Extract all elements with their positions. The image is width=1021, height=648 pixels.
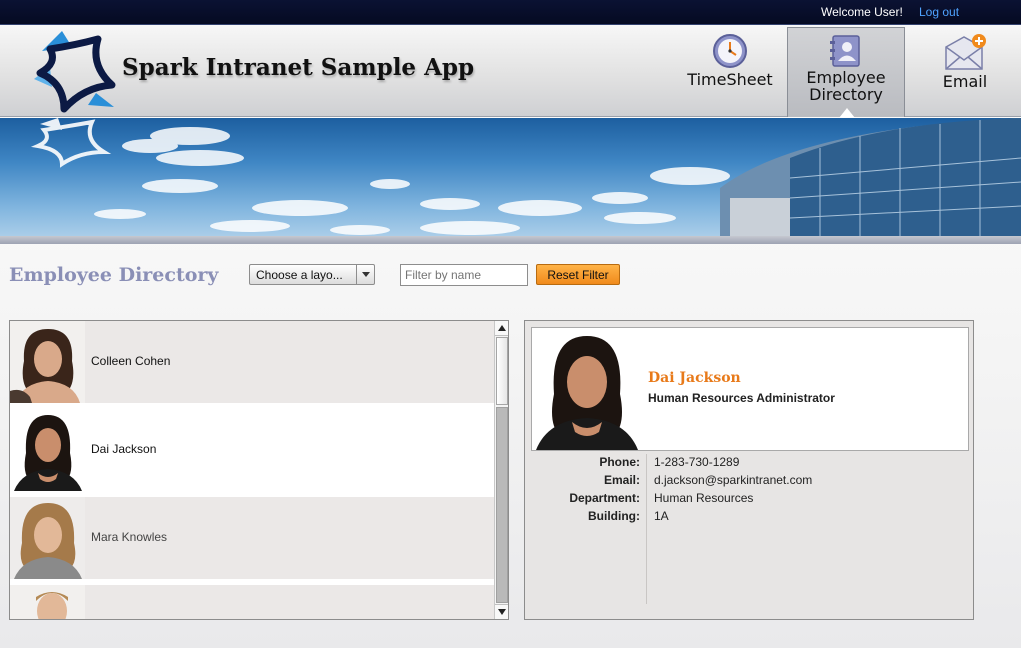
scroll-down-arrow-icon[interactable] [495,604,508,619]
list-item-selected[interactable]: Dai Jackson [10,409,494,491]
employee-detail-panel: Dai Jackson Human Resources Administrato… [524,320,974,620]
email-row: Email: d.jackson@sparkintranet.com [525,473,975,491]
banner-divider [0,236,1021,244]
department-value: Human Resources [654,491,754,505]
building-value: 1A [654,509,669,523]
top-bar: Welcome User! Log out [0,0,1021,25]
employee-photo [10,409,85,491]
employee-list[interactable]: Colleen Cohen Dai Jackson Mara Knowles [9,320,509,620]
department-label: Department: [569,491,640,505]
list-item[interactable] [10,585,494,619]
nav-timesheet-label: TimeSheet [687,70,773,89]
employee-name: Dai Jackson [91,442,157,456]
nav-directory-label-line1: Employee [806,68,886,87]
building-row: Building: 1A [525,509,975,527]
name-filter-input[interactable] [400,264,528,286]
department-row: Department: Human Resources [525,491,975,509]
nav-employee-directory[interactable]: Employee Directory [787,27,905,118]
nav-email-label: Email [942,72,988,91]
app-title: Spark Intranet Sample App [122,54,475,81]
address-book-icon [830,35,860,67]
building-label: Building: [588,509,640,523]
list-item[interactable]: Mara Knowles [10,497,494,579]
scroll-track[interactable] [496,407,508,603]
nav-timesheet[interactable]: TimeSheet [680,25,780,117]
nav-directory-label-line2: Directory [809,85,883,104]
list-item[interactable]: Colleen Cohen [10,321,494,403]
logout-link[interactable]: Log out [919,5,959,19]
chevron-down-icon[interactable] [356,265,374,284]
employee-name: Mara Knowles [91,530,168,544]
phone-row: Phone: 1-283-730-1289 [525,455,975,473]
envelope-plus-icon [945,34,986,70]
app-header: Spark Intranet Sample App TimeSheet Empl… [0,25,1021,118]
phone-value: 1-283-730-1289 [654,455,740,469]
phone-label: Phone: [599,455,640,469]
employee-detail-card: Dai Jackson Human Resources Administrato… [531,327,969,451]
clock-icon [713,34,747,68]
welcome-text: Welcome User! [821,5,903,19]
layout-select[interactable]: Choose a layo... [249,264,375,285]
page-title: Employee Directory [9,264,219,286]
layout-select-value: Choose a layo... [256,268,343,282]
sky-building-image [30,118,1021,244]
email-label: Email: [603,473,640,487]
nav-email[interactable]: Email [915,25,1015,117]
employee-name: Colleen Cohen [91,354,171,368]
active-nav-pointer [839,108,855,118]
employee-detail-photo [532,328,642,450]
employee-photo [10,321,85,403]
scroll-thumb[interactable] [496,337,508,405]
reset-filter-button[interactable]: Reset Filter [536,264,620,285]
app-logo-icon [34,31,116,113]
scroll-up-arrow-icon[interactable] [495,321,508,336]
header-banner [0,118,1021,244]
employee-photo [10,585,85,619]
employee-photo [10,497,85,579]
email-value: d.jackson@sparkintranet.com [654,473,813,487]
detail-job-title: Human Resources Administrator [648,391,835,405]
detail-employee-name: Dai Jackson [648,370,741,386]
list-scrollbar[interactable] [494,321,508,619]
